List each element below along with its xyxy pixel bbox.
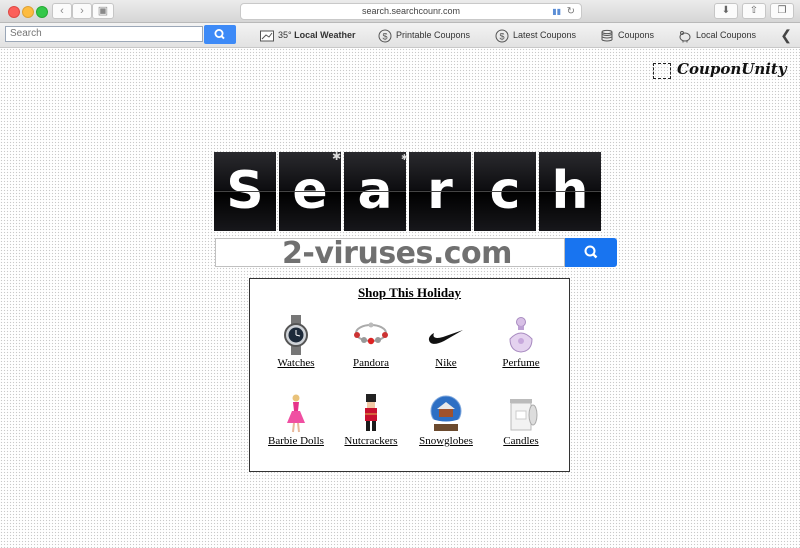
product-nutcrackers[interactable]: Nutcrackers bbox=[333, 393, 409, 447]
close-window-button[interactable] bbox=[8, 6, 20, 18]
minimize-window-button[interactable] bbox=[22, 6, 34, 18]
weather-icon bbox=[260, 30, 274, 42]
toolbar-local-weather[interactable]: 35° Local Weather bbox=[260, 26, 356, 44]
logo-tile: c bbox=[474, 152, 536, 231]
toolbar-local-weather-label: Local Weather bbox=[294, 30, 356, 40]
logo-tile: h bbox=[539, 152, 601, 231]
product-watches[interactable]: Watches bbox=[258, 315, 334, 369]
snowglobe-icon bbox=[430, 395, 462, 431]
svg-text:$: $ bbox=[499, 31, 504, 41]
doll-icon bbox=[287, 394, 305, 433]
audio-icon[interactable]: ▮▮ bbox=[552, 4, 561, 19]
toolbar-search-button[interactable] bbox=[204, 25, 236, 44]
nike-swoosh-icon bbox=[428, 330, 463, 344]
product-label: Candles bbox=[503, 435, 539, 447]
dollar-circle-icon: $ bbox=[495, 29, 509, 43]
sparkle-icon: ✱ bbox=[401, 153, 408, 162]
forward-button[interactable]: › bbox=[72, 3, 92, 19]
piggy-bank-icon bbox=[679, 30, 691, 43]
watch-icon bbox=[284, 315, 308, 355]
reload-icon[interactable]: ↻ bbox=[567, 4, 575, 19]
chevron-left-icon[interactable]: ❮ bbox=[780, 26, 792, 44]
maximize-window-button[interactable] bbox=[36, 6, 48, 18]
product-pandora[interactable]: Pandora bbox=[333, 315, 409, 369]
product-label: Snowglobes bbox=[419, 435, 473, 447]
product-label: Barbie Dolls bbox=[268, 435, 324, 447]
toolbar-coupons-label: Coupons bbox=[618, 30, 655, 40]
coupon-cutout-icon bbox=[653, 63, 671, 79]
browser-titlebar: ‹ › ▣ search.searchcounr.com ▮▮ ↻ ⬇ ⇧ ❐ bbox=[0, 0, 800, 23]
svg-text:$: $ bbox=[382, 31, 387, 41]
logo-tile: a bbox=[344, 152, 406, 231]
main-search-button[interactable] bbox=[565, 238, 617, 267]
address-bar[interactable]: search.searchcounr.com ▮▮ ↻ bbox=[240, 3, 582, 20]
logo-tile: r bbox=[409, 152, 471, 231]
sidebar-toggle-button[interactable]: ▣ bbox=[92, 3, 114, 19]
weather-temperature: 35° bbox=[278, 30, 292, 40]
toolbar-local-coupons[interactable]: Local Coupons bbox=[678, 26, 756, 44]
perfume-bottle-icon bbox=[509, 317, 533, 353]
dollar-circle-icon: $ bbox=[378, 29, 392, 43]
shop-holiday-panel: Shop This Holiday Watches Pandora Nike P… bbox=[249, 278, 570, 472]
bracelet-icon bbox=[354, 322, 388, 345]
toolbar-printable-coupons[interactable]: $ Printable Coupons bbox=[378, 26, 470, 44]
product-label: Pandora bbox=[352, 357, 390, 369]
share-button[interactable]: ⇧ bbox=[742, 3, 766, 19]
toolbar-search-input[interactable] bbox=[5, 26, 203, 42]
toolbar-latest-coupons[interactable]: $ Latest Coupons bbox=[495, 26, 576, 44]
logo-tile: e bbox=[279, 152, 341, 231]
product-label: Nike bbox=[435, 357, 457, 369]
downloads-button[interactable]: ⬇ bbox=[714, 3, 738, 19]
search-icon bbox=[214, 29, 225, 40]
logo-tile: S bbox=[214, 152, 276, 231]
product-label: Nutcrackers bbox=[344, 435, 398, 447]
back-button[interactable]: ‹ bbox=[52, 3, 72, 19]
watermark-text: 2-viruses.com bbox=[282, 236, 512, 271]
shop-title[interactable]: Shop This Holiday bbox=[250, 285, 569, 301]
tabs-overview-button[interactable]: ❐ bbox=[770, 3, 794, 19]
toolbar-coupons[interactable]: Coupons bbox=[600, 26, 654, 44]
product-snowglobes[interactable]: Snowglobes bbox=[408, 393, 484, 447]
toolbar-local-coupons-label: Local Coupons bbox=[696, 30, 757, 40]
nutcracker-icon bbox=[365, 394, 377, 431]
product-nike[interactable]: Nike bbox=[408, 315, 484, 369]
product-label: Watches bbox=[277, 357, 315, 369]
toolbar-printable-coupons-label: Printable Coupons bbox=[396, 30, 471, 40]
sparkle-icon: ✱ bbox=[332, 151, 342, 163]
product-perfume[interactable]: Perfume bbox=[483, 315, 559, 369]
toolbar-latest-coupons-label: Latest Coupons bbox=[513, 30, 577, 40]
search-icon bbox=[584, 245, 598, 259]
product-label: Perfume bbox=[502, 357, 540, 369]
candle-icon bbox=[510, 399, 538, 431]
product-candles[interactable]: Candles bbox=[483, 393, 559, 447]
coin-stack-icon bbox=[601, 29, 613, 42]
product-barbie-dolls[interactable]: Barbie Dolls bbox=[258, 393, 334, 447]
brand-name: CouponUnity bbox=[677, 60, 787, 78]
coupon-toolbar: 35° Local Weather $ Printable Coupons $ La… bbox=[0, 23, 800, 48]
address-url: search.searchcounr.com bbox=[361, 6, 461, 16]
